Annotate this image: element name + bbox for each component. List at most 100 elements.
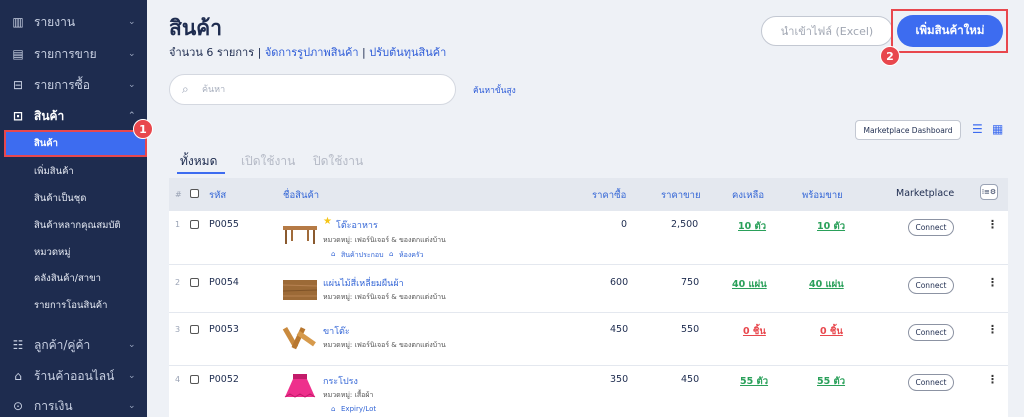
sidebar-item-finance[interactable]: ⊙ การเงิน ⌄ — [0, 390, 147, 417]
stock-remaining[interactable]: 40 แผ่น — [732, 277, 767, 292]
select-all-checkbox[interactable] — [190, 189, 199, 198]
connect-button[interactable]: Connect — [908, 277, 954, 294]
sidebar-subitem-transfers[interactable]: รายการโอนสินค้า — [0, 292, 147, 319]
row-checkbox[interactable] — [190, 278, 199, 287]
buy-price: 0 — [621, 219, 628, 230]
page-subtitle: จำนวน 6 รายการ | จัดการรูปภาพสินค้า | ปร… — [169, 43, 446, 61]
tab-enabled[interactable]: เปิดใช้งาน — [241, 152, 295, 171]
sidebar-item-sales[interactable]: ▤ รายการขาย ⌄ — [0, 38, 147, 70]
chevron-down-icon: ⌄ — [128, 371, 136, 381]
product-category: หมวดหมู่: เสื้อผ้า — [323, 391, 374, 399]
marketplace-dashboard-button[interactable]: Marketplace Dashboard — [855, 120, 961, 140]
sidebar-subitem-warehouses[interactable]: คลังสินค้า/สาขา — [0, 265, 147, 292]
more-icon[interactable]: ⋮ — [987, 276, 998, 289]
product-name-link[interactable]: โต๊ะอาหาร — [336, 218, 378, 232]
tab-disabled[interactable]: ปิดใช้งาน — [313, 152, 363, 171]
sidebar-subitem-bundles[interactable]: สินค้าเป็นชุด — [0, 185, 147, 212]
col-header-remaining[interactable]: คงเหลือ — [732, 188, 764, 203]
col-header-ready[interactable]: พร้อมขาย — [802, 188, 843, 203]
row-checkbox[interactable] — [190, 375, 199, 384]
sidebar-item-customers[interactable]: ☷ ลูกค้า/คู่ค้า ⌄ — [0, 329, 147, 361]
chevron-down-icon: ⌄ — [128, 80, 136, 90]
sidebar-item-online-store[interactable]: ⌂ ร้านค้าออนไลน์ ⌄ — [0, 360, 147, 392]
row-number: 4 — [175, 375, 181, 384]
sidebar-subitem-label: รายการโอนสินค้า — [34, 300, 108, 311]
sidebar-subitem-add-product[interactable]: เพิ่มสินค้า — [0, 158, 147, 185]
sidebar-item-purchases[interactable]: ⊟ รายการซื้อ ⌄ — [0, 69, 147, 101]
product-thumbnail — [282, 280, 318, 300]
connect-button[interactable]: Connect — [908, 374, 954, 391]
import-excel-button[interactable]: นำเข้าไฟล์ (Excel) — [761, 16, 893, 46]
col-header-name[interactable]: ชื่อสินค้า — [283, 188, 319, 203]
product-code: P0052 — [209, 374, 239, 385]
sidebar-subitem-label: คลังสินค้า/สาขา — [34, 273, 101, 284]
connect-button[interactable]: Connect — [908, 324, 954, 341]
more-icon[interactable]: ⋮ — [987, 218, 998, 231]
product-category: หมวดหมู่: เฟอร์นิเจอร์ & ของตกแต่งบ้าน — [323, 293, 446, 301]
product-tag[interactable]: ห้องครัว — [399, 250, 424, 261]
connect-button[interactable]: Connect — [908, 219, 954, 236]
product-code: P0054 — [209, 277, 239, 288]
row-checkbox[interactable] — [190, 220, 199, 229]
add-product-button[interactable]: เพิ่มสินค้าใหม่ — [897, 15, 1003, 47]
page-title: สินค้า — [169, 16, 223, 40]
stock-remaining[interactable]: 55 ตัว — [740, 374, 768, 389]
sidebar-item-products[interactable]: ⊡ สินค้า ⌃ — [0, 100, 147, 132]
product-category: หมวดหมู่: เฟอร์นิเจอร์ & ของตกแต่งบ้าน — [323, 341, 446, 349]
more-icon[interactable]: ⋮ — [987, 323, 998, 336]
search-box: ⌕ — [169, 74, 456, 105]
col-header-sell-price[interactable]: ราคาขาย — [661, 188, 701, 203]
sidebar-item-label: รายการขาย — [34, 46, 97, 61]
product-category: หมวดหมู่: เฟอร์นิเจอร์ & ของตกแต่งบ้าน — [323, 236, 446, 244]
product-name-link[interactable]: กระโปรง — [323, 374, 358, 388]
row-checkbox[interactable] — [190, 325, 199, 334]
sidebar-item-label: การเงิน — [34, 398, 73, 413]
sidebar-subitem-label: สินค้าเป็นชุด — [34, 193, 87, 204]
product-name-link[interactable]: ขาโต๊ะ — [323, 324, 350, 338]
search-input[interactable] — [202, 81, 442, 99]
column-settings-button[interactable]: ⁞≡⚙ — [980, 184, 998, 200]
sidebar-subitem-label: เพิ่มสินค้า — [34, 166, 74, 177]
separator: | — [362, 46, 366, 59]
manage-images-link[interactable]: จัดการรูปภาพสินค้า — [265, 46, 359, 59]
grid-view-icon[interactable]: ▦ — [992, 122, 1003, 136]
sidebar-subitem-label: สินค้าหลากคุณสมบัติ — [34, 220, 121, 231]
sell-price: 550 — [681, 324, 700, 335]
tag-icon: ⌂ — [389, 250, 394, 258]
stock-ready[interactable]: 10 ตัว — [817, 219, 845, 234]
sidebar-subitem-categories[interactable]: หมวดหมู่ — [0, 239, 147, 266]
product-name-link[interactable]: แผ่นไม้สี่เหลี่ยมผืนผ้า — [323, 276, 404, 290]
product-tag[interactable]: Expiry/Lot — [341, 405, 376, 413]
product-code: P0053 — [209, 324, 239, 335]
advanced-search-link[interactable]: ค้นหาขั้นสูง — [473, 83, 516, 97]
sidebar-subitem-products[interactable]: สินค้า — [4, 130, 147, 157]
sidebar-item-label: รายงาน — [34, 14, 76, 29]
clipboard-icon: ▤ — [12, 47, 24, 61]
stock-ready[interactable]: 55 ตัว — [817, 374, 845, 389]
col-header-num: # — [175, 190, 182, 199]
product-code: P0055 — [209, 219, 239, 230]
stock-remaining[interactable]: 10 ตัว — [738, 219, 766, 234]
product-count: จำนวน 6 รายการ — [169, 46, 255, 59]
col-header-code[interactable]: รหัส — [209, 188, 226, 203]
stock-ready[interactable]: 0 ชิ้น — [820, 324, 843, 339]
people-icon: ☷ — [12, 338, 24, 352]
list-view-icon[interactable]: ☰ — [972, 122, 983, 136]
cart-icon: ⊟ — [12, 78, 24, 92]
sidebar-subitem-variants[interactable]: สินค้าหลากคุณสมบัติ — [0, 212, 147, 239]
sidebar-item-label: รายการซื้อ — [34, 77, 91, 92]
product-tag[interactable]: สินค้าประกอบ — [341, 250, 384, 261]
row-number: 1 — [175, 220, 181, 229]
stock-ready[interactable]: 40 แผ่น — [809, 277, 844, 292]
adjust-cost-link[interactable]: ปรับต้นทุนสินค้า — [369, 46, 446, 59]
more-icon[interactable]: ⋮ — [987, 373, 998, 386]
separator: | — [257, 46, 262, 59]
star-icon[interactable]: ★ — [323, 216, 332, 227]
sidebar-item-reports[interactable]: ▥ รายงาน ⌄ — [0, 6, 147, 38]
sidebar-subitem-label: สินค้า — [34, 138, 58, 149]
product-thumbnail — [282, 326, 316, 350]
stock-remaining[interactable]: 0 ชิ้น — [743, 324, 766, 339]
col-header-buy-price[interactable]: ราคาซื้อ — [592, 188, 626, 203]
tab-all[interactable]: ทั้งหมด — [180, 152, 217, 171]
buy-price: 600 — [610, 277, 629, 288]
